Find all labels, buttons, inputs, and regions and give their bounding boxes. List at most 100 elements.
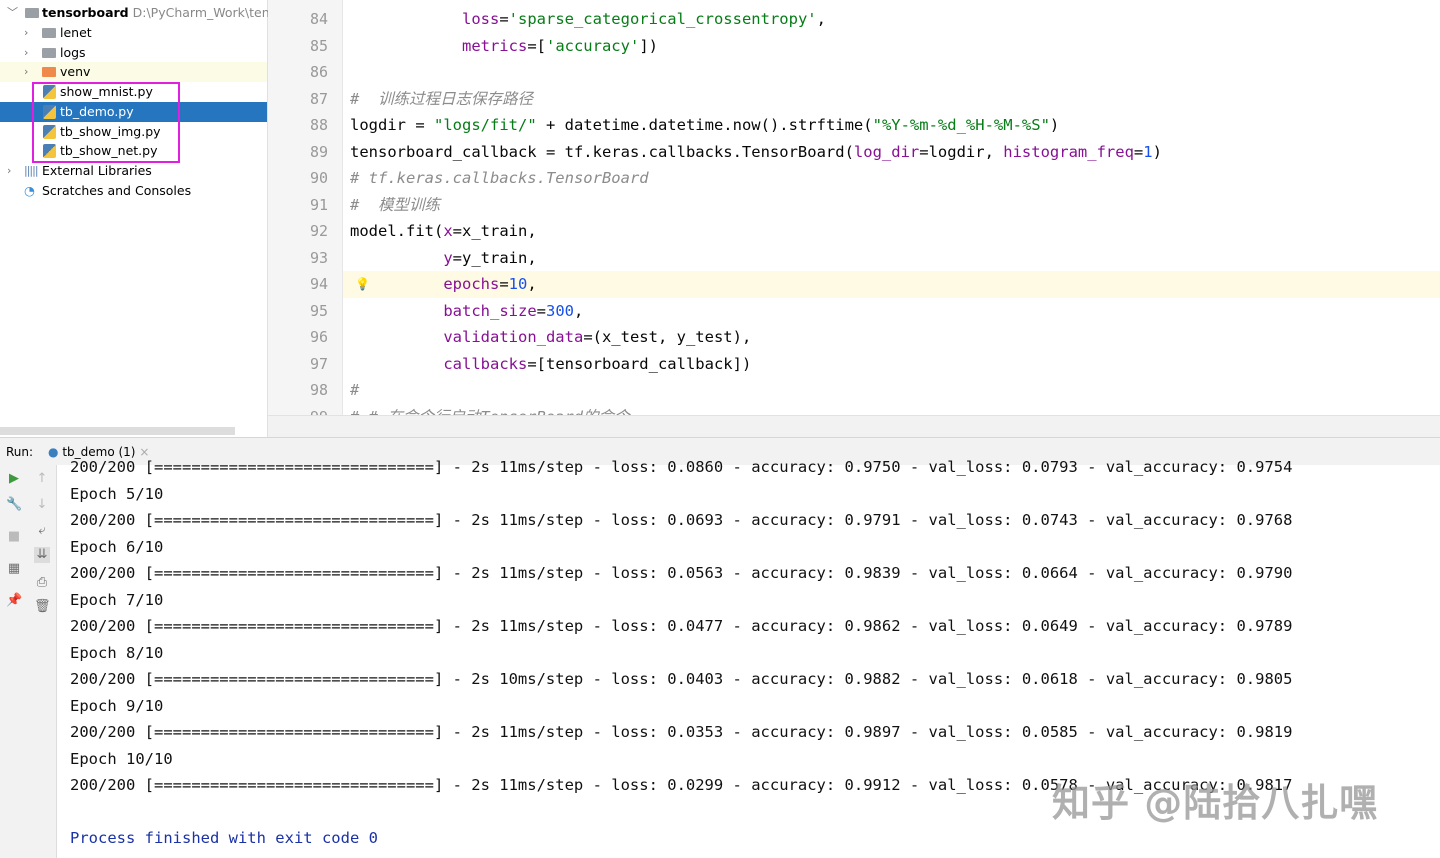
- code-line[interactable]: validation_data=(x_test, y_test),: [343, 324, 1440, 351]
- pin-icon[interactable]: 📌: [6, 593, 22, 609]
- folder-icon: [42, 67, 56, 78]
- console-line: Epoch 7/10: [70, 590, 164, 609]
- console-line: Epoch 8/10: [70, 643, 164, 662]
- console-line: Epoch 9/10: [70, 696, 164, 715]
- code-line[interactable]: [343, 59, 1440, 86]
- console-line: 200/200 [==============================]…: [70, 511, 1293, 529]
- code-token: 'accuracy': [545, 36, 640, 55]
- line-number: 86: [309, 63, 328, 81]
- code-token: ,: [527, 275, 537, 293]
- code-line[interactable]: # 模型训练: [343, 192, 1440, 219]
- code-line[interactable]: y=y_train,: [343, 245, 1440, 272]
- chevron-right-icon[interactable]: ›: [24, 23, 28, 43]
- run-label: Run:: [6, 445, 34, 459]
- code-line[interactable]: model.fit(x=x_train,: [343, 218, 1440, 245]
- folder-icon: [25, 8, 39, 18]
- line-number: 90: [309, 169, 328, 187]
- console-line: 200/200 [==============================]…: [70, 723, 1293, 741]
- tree-item[interactable]: › lenet: [0, 23, 267, 43]
- code-token: =(x_test, y_test),: [583, 328, 752, 346]
- code-token: =y_train,: [452, 248, 537, 267]
- stop-icon[interactable]: ■: [6, 529, 22, 545]
- tree-item[interactable]: › venv: [0, 62, 267, 83]
- code-line[interactable]: # tf.keras.callbacks.TensorBoard: [343, 165, 1440, 192]
- arrow-up-icon[interactable]: ↑: [34, 471, 50, 487]
- code-line[interactable]: epochs=10, 💡: [343, 271, 1440, 298]
- print-icon[interactable]: ⎙: [34, 575, 50, 591]
- console-line: Epoch 6/10: [70, 537, 164, 556]
- tree-root[interactable]: ﹀ tensorboard D:\PyCharm_Work\tensor: [0, 3, 289, 23]
- code-token: epochs: [443, 275, 500, 293]
- line-number: 92: [309, 222, 328, 240]
- arrow-down-icon[interactable]: ↓: [34, 497, 50, 513]
- tree-item[interactable]: › logs: [0, 43, 267, 63]
- scroll-to-end-icon[interactable]: ⇊: [34, 547, 50, 563]
- line-number: 93: [309, 248, 328, 267]
- line-number-gutter: 84858687888990919293949596979899: [268, 0, 343, 426]
- code-token: ,: [816, 10, 826, 28]
- chevron-down-icon[interactable]: ﹀: [7, 3, 18, 23]
- code-token: =: [1133, 142, 1144, 161]
- code-token: =: [536, 301, 546, 320]
- python-icon: ●: [48, 445, 59, 459]
- wrench-icon[interactable]: 🔧: [6, 497, 22, 513]
- layout-icon[interactable]: ▦: [6, 561, 22, 577]
- line-number: 91: [309, 195, 328, 214]
- chevron-right-icon[interactable]: ›: [24, 62, 28, 82]
- rerun-icon[interactable]: ▶: [6, 471, 22, 487]
- trash-icon[interactable]: 🗑: [34, 599, 51, 615]
- run-side-toolbar: ▶ 🔧 ■ ▦ 📌 ↑ ↓ ⤶ ⇊ ⎙ 🗑: [0, 465, 57, 858]
- code-line[interactable]: tensorboard_callback = tf.keras.callback…: [343, 139, 1440, 166]
- code-token: + datetime.datetime.now().strftime(: [536, 116, 873, 134]
- root-path: D:\PyCharm_Work\tensor: [132, 5, 289, 20]
- code-line[interactable]: loss='sparse_categorical_crossentropy',: [343, 6, 1440, 33]
- code-line[interactable]: metrics=['accuracy']): [343, 33, 1440, 60]
- code-token: =[: [527, 36, 546, 55]
- code-line[interactable]: # # 在命令行启动TensorBoard的命令: [343, 404, 1440, 416]
- chevron-right-icon[interactable]: ›: [7, 161, 11, 181]
- code-token: #: [350, 381, 360, 399]
- code-token: =: [499, 10, 509, 28]
- tree-horizontal-scrollbar[interactable]: [0, 427, 235, 435]
- tree-external-libraries[interactable]: › ||||| External Libraries: [0, 161, 267, 181]
- chevron-right-icon[interactable]: ›: [24, 43, 28, 63]
- lightbulb-icon[interactable]: 💡: [355, 271, 370, 298]
- soft-wrap-icon[interactable]: ⤶: [34, 523, 50, 539]
- editor-horizontal-scrollbar[interactable]: [268, 415, 1440, 437]
- root-name: tensorboard: [42, 5, 129, 20]
- code-line[interactable]: # 训练过程日志保存路径: [343, 86, 1440, 113]
- code-token: "logs/fit/": [434, 116, 537, 134]
- code-token: x: [443, 222, 453, 240]
- code-token: ]): [639, 36, 658, 55]
- console-line: 200/200 [==============================]…: [70, 617, 1293, 635]
- code-line[interactable]: callbacks=[tensorboard_callback]): [343, 351, 1440, 378]
- close-icon[interactable]: ×: [139, 445, 149, 459]
- code-token: 10: [508, 275, 528, 293]
- code-line[interactable]: batch_size=300,: [343, 298, 1440, 325]
- code-token: 300: [546, 301, 574, 320]
- code-token: log_dir: [853, 142, 920, 161]
- line-number: 96: [309, 328, 328, 346]
- code-editor[interactable]: loss='sparse_categorical_crossentropy', …: [343, 0, 1440, 415]
- code-line[interactable]: logdir = "logs/fit/" + datetime.datetime…: [343, 112, 1440, 139]
- code-token: =: [499, 275, 509, 293]
- console-line: 200/200 [==============================]…: [70, 458, 1293, 476]
- code-token: # 模型训练: [350, 195, 440, 214]
- code-token: "%Y-%m-%d_%H-%M-%S": [872, 116, 1050, 134]
- tree-scratches[interactable]: ◔ Scratches and Consoles: [0, 181, 267, 201]
- external-libraries-label: External Libraries: [42, 163, 152, 178]
- code-token: # 训练过程日志保存路径: [350, 89, 533, 108]
- line-number: 98: [309, 381, 328, 399]
- line-number: 88: [309, 116, 328, 134]
- folder-icon: [42, 28, 56, 38]
- code-token: =logdir,: [919, 142, 1004, 161]
- code-token: ): [1152, 142, 1162, 161]
- code-line[interactable]: #: [343, 377, 1440, 404]
- code-token: histogram_freq: [1003, 142, 1134, 161]
- code-token: ): [1049, 116, 1060, 134]
- code-token: callbacks: [443, 354, 528, 373]
